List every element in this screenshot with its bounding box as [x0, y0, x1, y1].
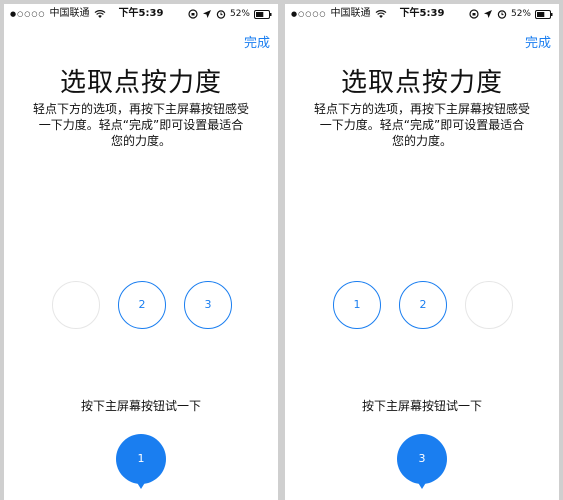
bubble-pointer	[136, 481, 146, 489]
battery-percentage: 52%	[510, 9, 531, 19]
alarm-clock-icon	[497, 10, 507, 19]
page-title: 选取点按力度	[340, 68, 503, 98]
phone-screen-right: ●○○○○ 中国联通 下午5:39 52% 完成 选取点按力度 轻点下方的选项，…	[285, 4, 559, 500]
status-bar: ●○○○○ 中国联通 下午5:39 52%	[4, 4, 278, 24]
try-home-button-prompt: 按下主屏幕按钮试一下	[361, 399, 482, 413]
status-right: 52%	[188, 4, 272, 24]
selected-option-bubble[interactable]: 1	[116, 434, 166, 484]
location-arrow-icon	[483, 10, 492, 18]
bubble-pointer	[417, 481, 427, 489]
page-title: 选取点按力度	[59, 68, 222, 98]
done-button[interactable]: 完成	[525, 32, 551, 51]
instructions-text: 轻点下方的选项，再按下主屏幕按钮感受 一下力度。轻点“完成”即可设置最适合 您的…	[313, 102, 530, 148]
status-right: 52%	[469, 4, 553, 24]
instructions-text: 轻点下方的选项，再按下主屏幕按钮感受 一下力度。轻点“完成”即可设置最适合 您的…	[32, 102, 249, 148]
click-option-3[interactable]	[465, 281, 513, 329]
battery-icon	[254, 9, 272, 19]
orientation-lock-icon	[469, 9, 479, 19]
click-option-1[interactable]	[52, 281, 100, 329]
location-arrow-icon	[202, 10, 211, 18]
battery-percentage: 52%	[229, 9, 250, 19]
orientation-lock-icon	[188, 9, 198, 19]
try-home-button-prompt: 按下主屏幕按钮试一下	[80, 399, 201, 413]
click-option-3[interactable]: 3	[184, 281, 232, 329]
phone-screen-left: ●○○○○ 中国联通 下午5:39 52% 完成 选取点按力度 轻点下方的选项，…	[4, 4, 278, 500]
alarm-clock-icon	[216, 10, 226, 19]
battery-icon	[535, 9, 553, 19]
selected-option-bubble[interactable]: 3	[397, 434, 447, 484]
status-bar: ●○○○○ 中国联通 下午5:39 52%	[285, 4, 559, 24]
click-option-2[interactable]: 2	[118, 281, 166, 329]
done-button[interactable]: 完成	[244, 32, 270, 51]
click-option-2[interactable]: 2	[399, 281, 447, 329]
click-option-1[interactable]: 1	[333, 281, 381, 329]
